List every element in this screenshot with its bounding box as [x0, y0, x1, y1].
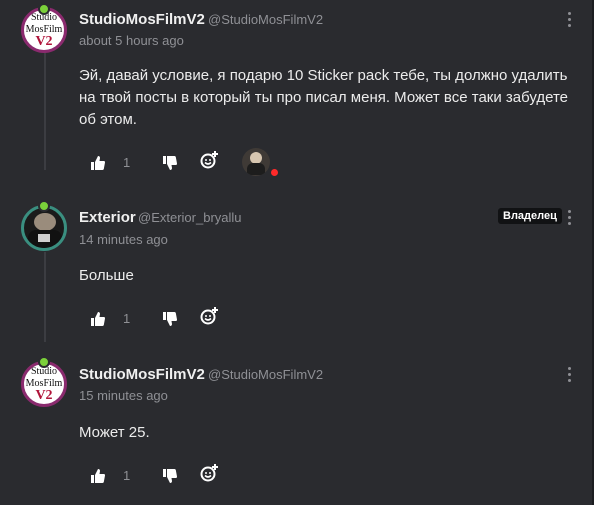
author-handle[interactable]: @StudioMosFilmV2	[208, 367, 323, 382]
avatar-text: V2	[35, 34, 53, 49]
dislike-button[interactable]	[161, 309, 179, 329]
more-options-icon[interactable]	[566, 367, 572, 385]
add-reaction-button[interactable]	[199, 150, 221, 170]
author-handle[interactable]: @StudioMosFilmV2	[208, 12, 323, 27]
avatar-photo	[38, 234, 50, 242]
more-options-icon[interactable]	[566, 210, 572, 228]
avatar-text: V2	[35, 388, 53, 403]
comment-text: Может 25.	[79, 424, 150, 441]
comment-text: Эй, давай условие, я подарю 10 Sticker p…	[79, 67, 569, 128]
add-reaction-icon	[200, 307, 218, 325]
timestamp[interactable]: 15 minutes ago	[79, 388, 168, 403]
comment-actions: 1	[0, 148, 594, 176]
like-button[interactable]	[89, 466, 107, 486]
online-badge	[38, 3, 50, 15]
reaction-indicator	[271, 169, 278, 176]
online-badge	[38, 200, 50, 212]
dislike-button[interactable]	[161, 153, 179, 173]
like-icon	[91, 312, 105, 326]
author-name[interactable]: Exterior	[79, 209, 136, 226]
author-handle[interactable]: @Exterior_bryallu	[138, 210, 242, 225]
more-options-icon[interactable]	[566, 12, 572, 30]
comment: Studio MosFilm V2 StudioMosFilmV2 @Studi…	[0, 352, 594, 505]
author-name[interactable]: StudioMosFilmV2	[79, 366, 205, 383]
author-name[interactable]: StudioMosFilmV2	[79, 11, 205, 28]
comment-text: Больше	[79, 267, 134, 284]
dislike-button[interactable]	[161, 466, 179, 486]
dislike-icon	[163, 312, 177, 326]
add-reaction-button[interactable]	[199, 463, 221, 483]
owner-badge: Владелец	[498, 208, 562, 224]
like-button[interactable]	[89, 309, 107, 329]
comment-actions: 1	[0, 463, 594, 486]
timestamp[interactable]: about 5 hours ago	[79, 33, 184, 48]
like-icon	[91, 469, 105, 483]
like-icon	[91, 156, 105, 170]
avatar-photo	[34, 213, 56, 231]
comment: Studio MosFilm V2 StudioMosFilmV2 @Studi…	[0, 0, 594, 190]
comment: Exterior @Exterior_bryallu Владелец 14 m…	[0, 195, 594, 350]
comment-actions: 1	[0, 306, 594, 329]
reaction-avatar[interactable]	[242, 148, 270, 176]
like-count: 1	[123, 155, 131, 170]
dislike-icon	[163, 156, 177, 170]
add-reaction-icon	[200, 151, 218, 169]
online-badge	[38, 356, 50, 368]
like-count: 1	[123, 311, 131, 326]
like-count: 1	[123, 468, 131, 483]
timestamp[interactable]: 14 minutes ago	[79, 232, 168, 247]
add-reaction-button[interactable]	[199, 306, 221, 326]
dislike-icon	[163, 469, 177, 483]
add-reaction-icon	[200, 464, 218, 482]
like-button[interactable]	[89, 153, 107, 173]
